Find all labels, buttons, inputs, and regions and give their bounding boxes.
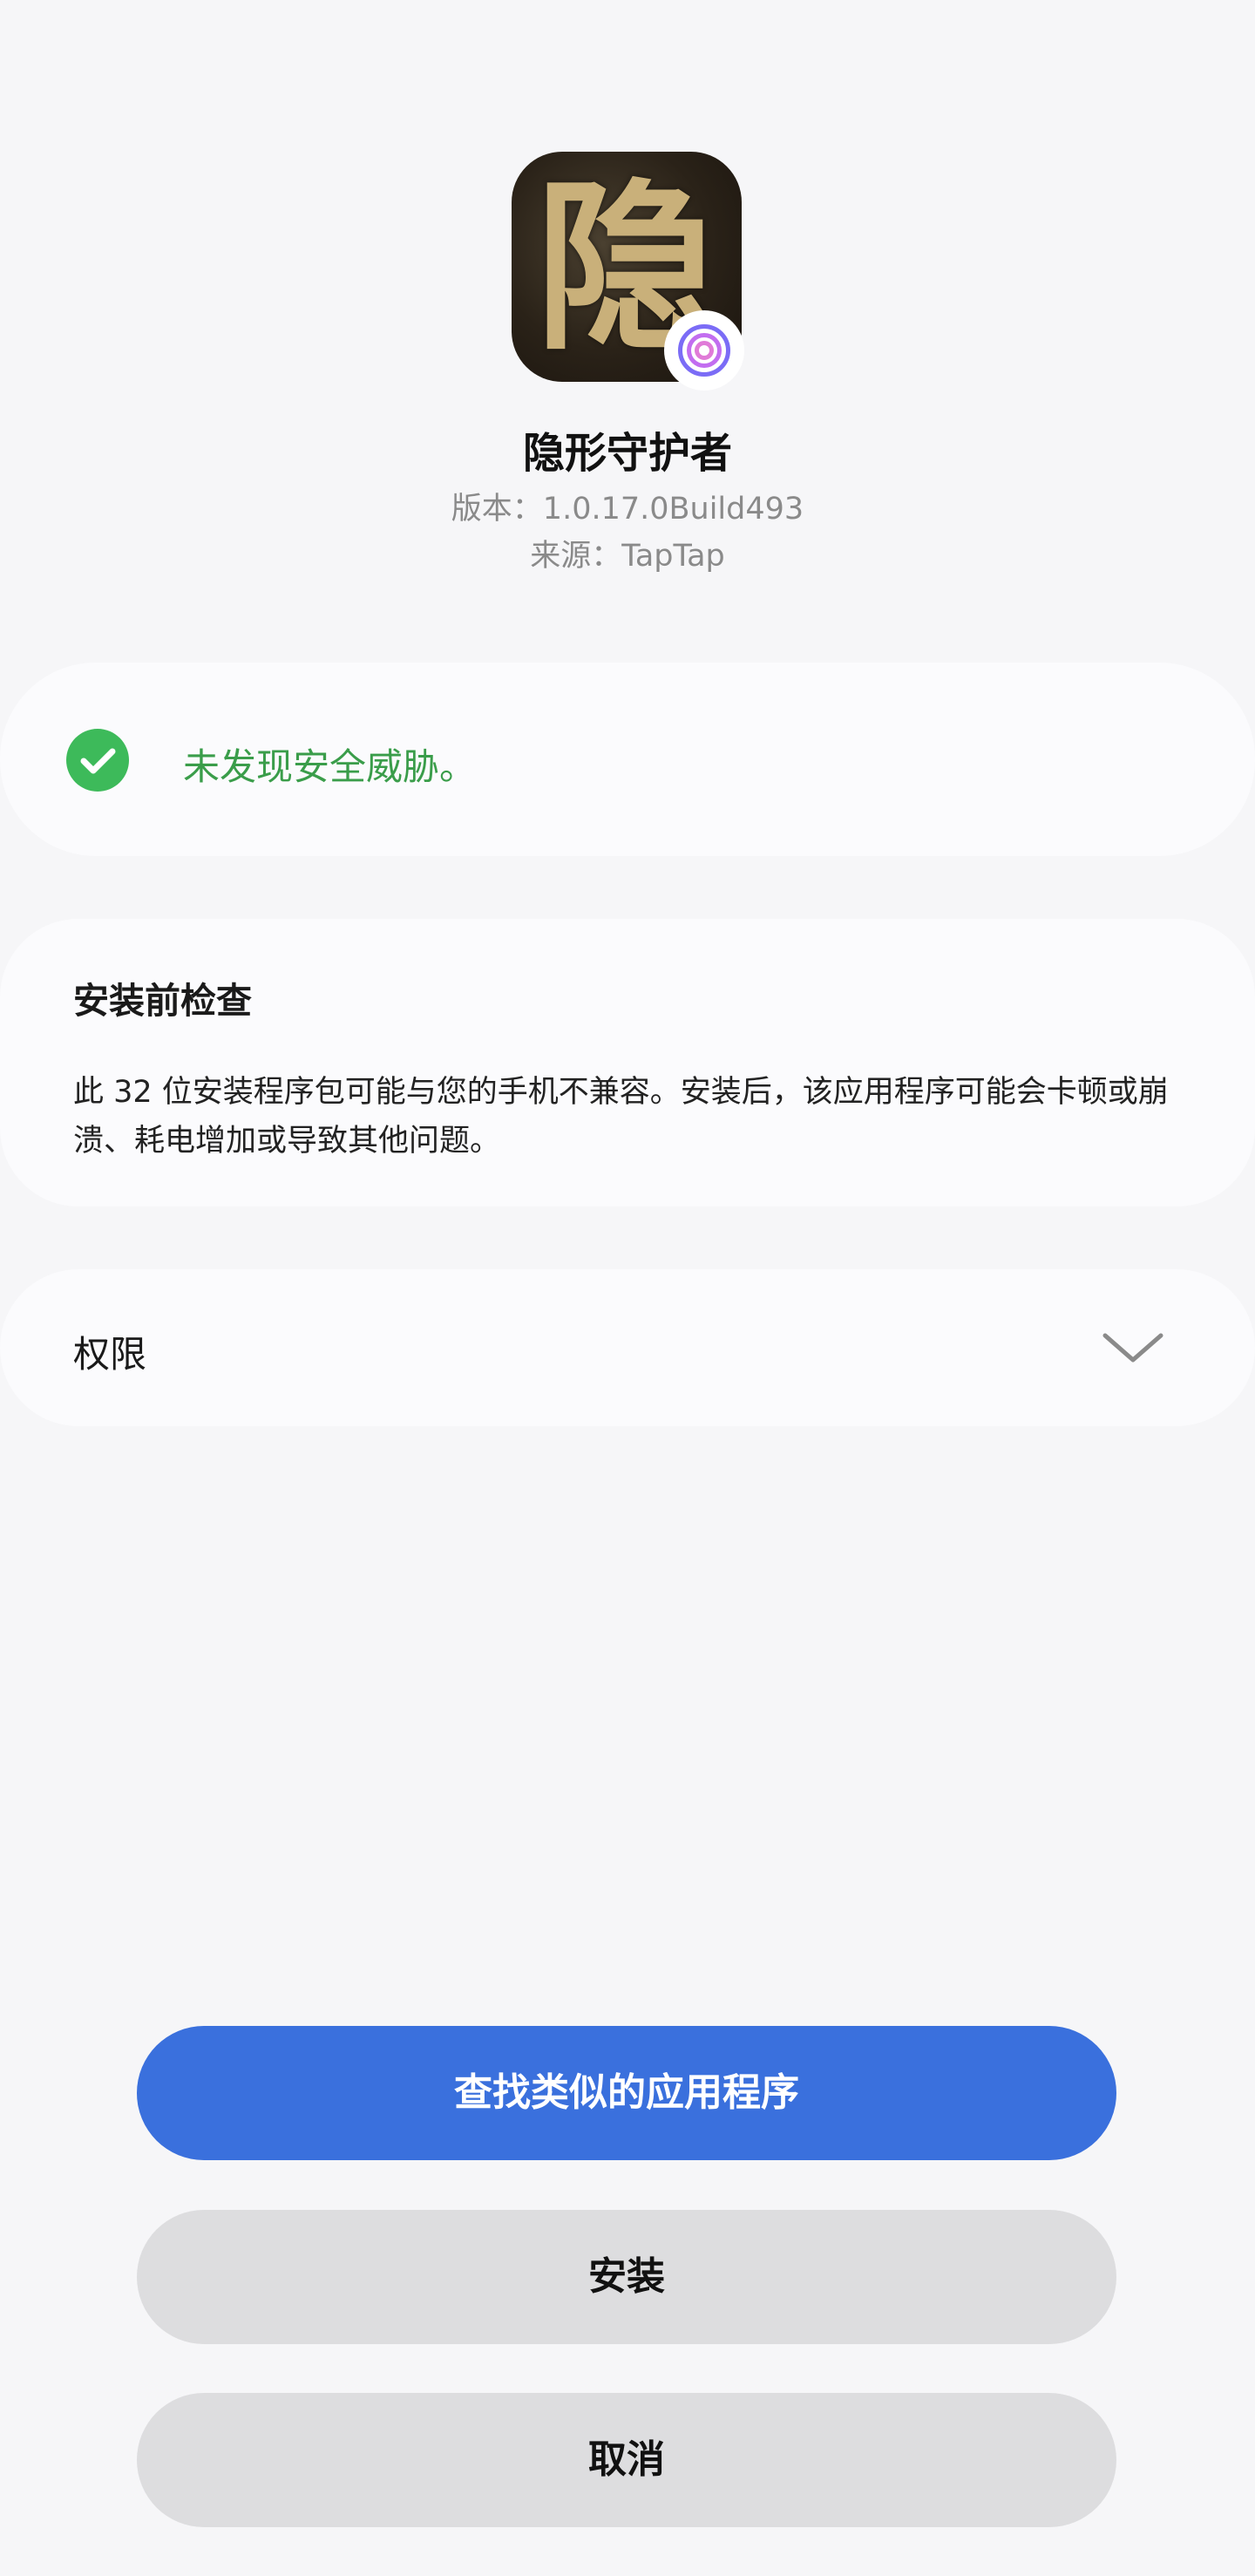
app-version: 版本：1.0.17.0Build493 [451, 492, 804, 527]
install-button[interactable]: 安装 [137, 2210, 1116, 2344]
precheck-body: 此 32 位安装程序包可能与您的手机不兼容。安装后，该应用程序可能会卡顿或崩溃、… [73, 1075, 1169, 1159]
source-badge-icon [664, 310, 744, 391]
cancel-button[interactable]: 取消 [137, 2393, 1116, 2527]
precheck-title: 安装前检查 [73, 980, 252, 1022]
chevron-down-icon[interactable] [1100, 1325, 1166, 1369]
app-name: 隐形守护者 [522, 429, 732, 478]
permissions-row[interactable] [0, 1269, 1255, 1426]
check-circle-icon [66, 729, 129, 792]
permissions-label: 权限 [73, 1333, 147, 1376]
app-source: 来源：TapTap [530, 539, 725, 574]
find-similar-apps-button[interactable]: 查找类似的应用程序 [137, 2026, 1116, 2160]
security-status-text: 未发现安全威胁。 [183, 745, 477, 788]
